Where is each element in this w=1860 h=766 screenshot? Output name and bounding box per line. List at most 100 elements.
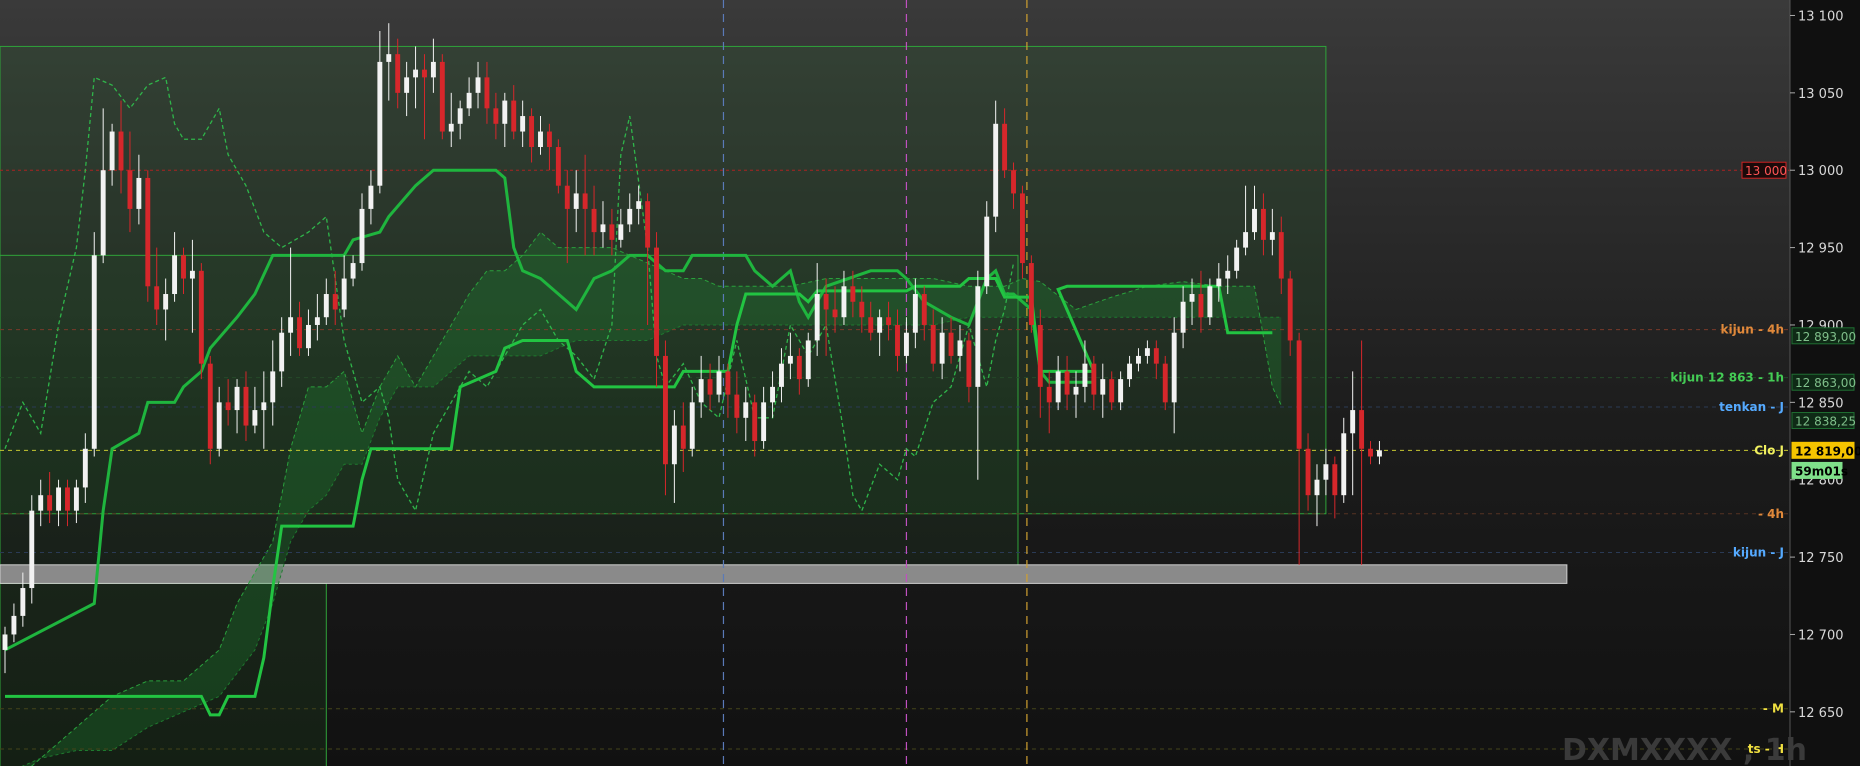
candle-body-149 <box>1332 464 1338 496</box>
candle-body-141 <box>1260 208 1266 240</box>
candle-body-90 <box>805 340 811 380</box>
candle-body-62 <box>555 147 561 186</box>
candle-body-151 <box>1350 410 1356 434</box>
candle-body-10 <box>91 255 97 449</box>
candle-body-87 <box>779 363 784 387</box>
candle-body-59 <box>529 116 535 148</box>
level-label-5: kijun - J <box>1733 545 1784 559</box>
y-tick-label-5: 12 850 <box>1798 396 1844 411</box>
y-tick-label-2: 13 000 <box>1798 164 1844 179</box>
candle-body-139 <box>1243 232 1249 248</box>
candle-body-103 <box>921 294 927 325</box>
candle-body-130 <box>1162 363 1168 403</box>
instrument-watermark: DXMXXXX , 1h <box>1562 733 1807 766</box>
candle-body-108 <box>966 340 972 387</box>
candle-body-107 <box>957 340 963 356</box>
candle-body-70 <box>627 208 633 225</box>
candle-body-77 <box>689 402 695 449</box>
candle-body-115 <box>1028 263 1034 325</box>
candle-body-46 <box>413 69 419 78</box>
candle-body-81 <box>725 371 731 395</box>
candle-body-82 <box>734 394 740 418</box>
candle-body-128 <box>1144 348 1150 356</box>
candle-body-137 <box>1225 270 1231 279</box>
candle-body-86 <box>770 386 776 403</box>
candle-body-132 <box>1180 301 1186 333</box>
candle-body-1 <box>11 615 17 635</box>
candle-body-80 <box>716 371 722 395</box>
candle-body-37 <box>332 294 338 310</box>
candle-body-75 <box>671 425 677 465</box>
candle-body-97 <box>868 317 874 333</box>
candle-body-118 <box>1055 371 1061 403</box>
candle-body-147 <box>1314 479 1320 496</box>
candle-body-68 <box>609 224 615 240</box>
candle-body-69 <box>618 224 624 240</box>
candle-body-119 <box>1064 371 1070 395</box>
candle-body-126 <box>1127 363 1133 380</box>
candle-body-100 <box>895 324 900 356</box>
candle-body-13 <box>118 131 124 171</box>
level-label-1: kijun 12 863 - 1h <box>1670 371 1784 385</box>
price-marker-label-3: 12 838,25 <box>1795 415 1856 429</box>
candle-body-134 <box>1198 294 1204 318</box>
candle-body-74 <box>662 355 668 465</box>
price-marker-label-2: 12 863,00 <box>1795 376 1856 390</box>
candle-body-94 <box>841 286 847 318</box>
candle-body-34 <box>305 324 311 349</box>
candle-body-43 <box>386 54 392 62</box>
candle-body-123 <box>1100 379 1106 395</box>
candle-body-71 <box>636 201 642 209</box>
candle-body-140 <box>1252 208 1257 233</box>
y-tick-label-1: 13 050 <box>1798 87 1844 102</box>
candle-body-14 <box>127 170 133 209</box>
candle-body-99 <box>886 317 892 325</box>
candle-body-95 <box>850 286 856 302</box>
candle-body-19 <box>172 255 178 295</box>
candle-body-52 <box>466 92 472 109</box>
candle-body-72 <box>645 201 651 248</box>
candle-body-30 <box>270 371 276 403</box>
candle-body-88 <box>787 355 793 364</box>
candle-body-116 <box>1037 324 1043 387</box>
candle-body-40 <box>359 208 365 264</box>
candle-body-21 <box>189 270 195 279</box>
candle-body-125 <box>1118 379 1124 403</box>
candle-body-129 <box>1153 348 1159 364</box>
candle-body-18 <box>163 294 169 310</box>
candle-body-53 <box>475 77 481 93</box>
candle-body-138 <box>1234 247 1240 271</box>
price-marker-label-4: 12 819,00 <box>1795 444 1860 458</box>
candle-body-15 <box>136 177 142 209</box>
price-marker-label-0: 13 000 <box>1745 164 1787 178</box>
candle-body-113 <box>1011 170 1016 194</box>
candle-body-41 <box>368 185 374 209</box>
candle-body-142 <box>1269 232 1275 240</box>
candle-body-61 <box>546 131 552 148</box>
candle-body-23 <box>207 363 213 449</box>
candle-body-114 <box>1019 193 1025 264</box>
candle-body-16 <box>145 177 151 287</box>
y-tick-label-7: 12 750 <box>1798 551 1844 566</box>
candle-body-64 <box>573 193 579 209</box>
candle-body-7 <box>65 487 70 511</box>
candle-body-109 <box>975 286 981 387</box>
y-tick-label-8: 12 700 <box>1798 628 1844 643</box>
candle-body-65 <box>582 193 588 209</box>
candle-body-154 <box>1376 450 1382 457</box>
candle-body-57 <box>511 100 517 132</box>
candle-body-78 <box>698 379 704 403</box>
candle-body-12 <box>109 131 115 171</box>
candle-body-44 <box>395 54 401 93</box>
candle-body-33 <box>297 317 302 349</box>
candle-body-25 <box>225 402 231 411</box>
candle-body-20 <box>181 255 186 279</box>
level-label-2: tenkan - J <box>1719 400 1784 414</box>
candle-body-58 <box>520 116 526 132</box>
candle-body-5 <box>47 495 53 511</box>
candle-body-76 <box>680 425 686 449</box>
candle-body-131 <box>1171 332 1177 403</box>
candle-body-55 <box>493 108 499 124</box>
candle-body-89 <box>796 355 802 380</box>
candle-body-79 <box>707 379 713 395</box>
